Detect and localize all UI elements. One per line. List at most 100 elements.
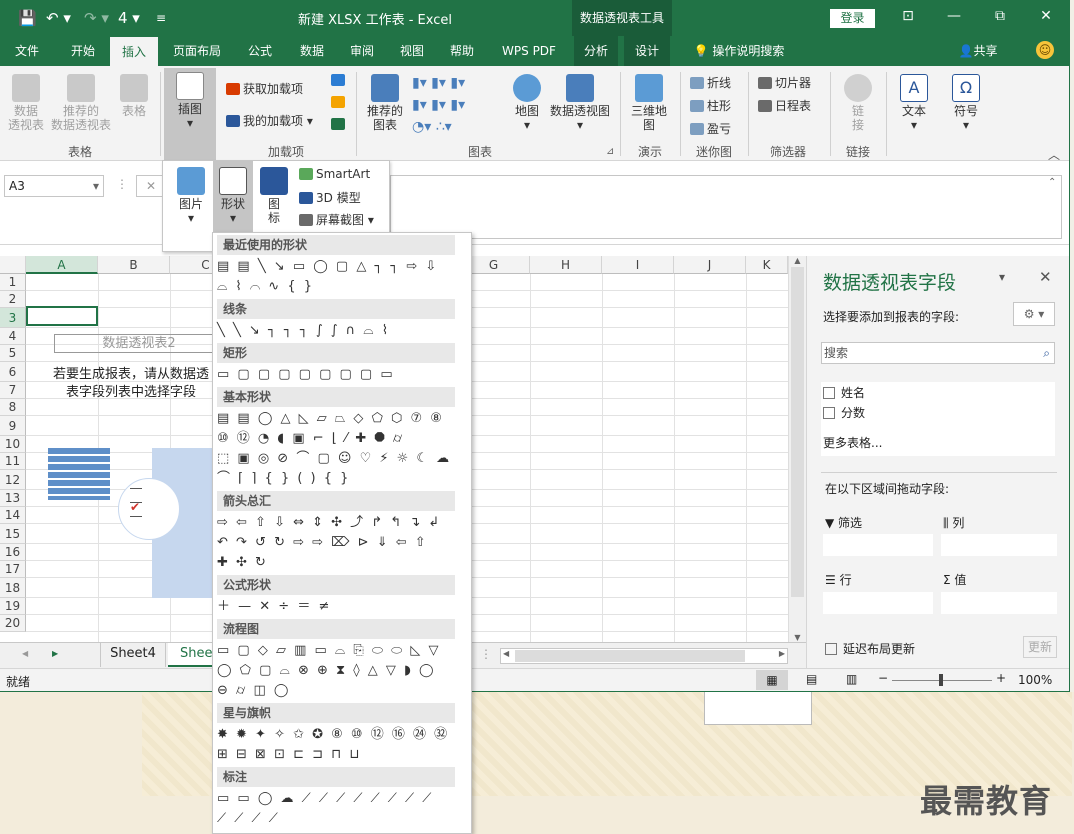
- tell-me-search[interactable]: 💡 操作说明搜索: [684, 36, 794, 66]
- shape-row[interactable]: ✸ ✹ ✦ ✧ ✩ ✪ ⑧ ⑩ ⑫ ⑯ ㉔ ㉜: [217, 725, 449, 745]
- login-button[interactable]: 登录: [830, 9, 875, 28]
- row-header[interactable]: 9: [0, 416, 26, 436]
- select-all-corner[interactable]: [0, 256, 26, 274]
- active-cell-a3[interactable]: [26, 306, 98, 326]
- shape-row[interactable]: ╲ ╲ ↘ ┐ ┐ ┐ ∫ ∫ ∩ ⌓ ⌇: [217, 321, 390, 341]
- shape-row[interactable]: ▭ ▢ ▢ ▢ ▢ ▢ ▢ ▢ ▭: [217, 365, 395, 385]
- tab-split-grip-icon[interactable]: ⋮: [480, 647, 492, 661]
- row-header[interactable]: 10: [0, 436, 26, 453]
- recommended-charts-button[interactable]: 推荐的 图表: [362, 74, 408, 132]
- 3d-map-button[interactable]: 三维地 图: [626, 74, 672, 132]
- smartart-button[interactable]: SmartArt: [299, 167, 370, 181]
- bing-icon[interactable]: [331, 96, 345, 108]
- scroll-left-icon[interactable]: ◀: [503, 649, 509, 658]
- redo-icon[interactable]: ↷ ▾: [84, 8, 109, 28]
- touch-mode-icon[interactable]: 4 ▾: [118, 8, 140, 28]
- symbol-button[interactable]: Ω 符号 ▾: [946, 74, 986, 132]
- icons-button[interactable]: 图 标: [257, 167, 291, 225]
- col-header[interactable]: K: [746, 256, 788, 274]
- field-item[interactable]: 分数: [823, 404, 865, 421]
- page-break-view-icon[interactable]: ▥: [846, 672, 857, 686]
- row-header[interactable]: 16: [0, 544, 26, 561]
- next-sheet-icon[interactable]: ▶: [52, 649, 58, 658]
- filters-drop-area[interactable]: [823, 534, 933, 556]
- row-header[interactable]: 2: [0, 291, 26, 308]
- share-button[interactable]: 👤共享: [950, 36, 1006, 66]
- shape-row[interactable]: ↶ ↷ ↺ ↻ ⇨ ⇨ ⌦ ⊳ ⇓ ⇦ ⇧: [217, 533, 428, 553]
- shape-row[interactable]: ⌓ ⌇ ⌒ ∿ { }: [217, 277, 314, 297]
- shape-row[interactable]: ▭ ▭ ◯ ☁ ⟋ ⟋ ⟋ ⟋ ⟋ ⟋ ⟋ ⟋: [217, 789, 433, 809]
- tab-data[interactable]: 数据: [290, 36, 334, 66]
- hscroll-thumb[interactable]: [515, 650, 745, 662]
- dialog-launcher-icon[interactable]: ⊿: [606, 146, 614, 157]
- close-button[interactable]: ✕: [1034, 8, 1058, 24]
- sheet-tab-active[interactable]: Sheet: [168, 643, 218, 667]
- illustrations-button[interactable]: 插图 ▾: [164, 68, 216, 160]
- tab-review[interactable]: 审阅: [340, 36, 384, 66]
- screenshot-button[interactable]: 屏幕截图 ▾: [299, 211, 374, 228]
- pivottable-button[interactable]: 数据 透视表: [6, 74, 46, 132]
- pane-options-icon[interactable]: ▾: [999, 270, 1005, 284]
- picture-button[interactable]: 图片 ▾: [169, 167, 213, 225]
- scroll-right-icon[interactable]: ▶: [779, 649, 785, 658]
- recommended-pivot-button[interactable]: 推荐的 数据透视表: [50, 74, 112, 132]
- shape-row[interactable]: ⬚ ▣ ◎ ⊘ ⌒ ▢ ☺ ♡ ⚡ ☼ ☾ ☁: [217, 449, 451, 469]
- table-button[interactable]: 表格: [116, 74, 152, 118]
- row-header[interactable]: 3: [0, 308, 26, 328]
- shape-row[interactable]: ▭ ▢ ◇ ▱ ▥ ▭ ⌓ ⎘ ⬭ ⬭ ◺ ▽: [217, 641, 440, 661]
- zoom-out-icon[interactable]: −: [878, 671, 888, 685]
- 3d-model-button[interactable]: 3D 模型: [299, 189, 361, 206]
- shape-row[interactable]: ⟋ ⟋ ⟋ ⟋: [217, 809, 280, 829]
- row-header[interactable]: 20: [0, 615, 26, 632]
- map-chart-button[interactable]: 地图 ▾: [510, 74, 544, 132]
- tab-analyze[interactable]: 分析: [574, 36, 618, 66]
- row-header[interactable]: 12: [0, 470, 26, 490]
- sparkline-column-button[interactable]: 柱形: [690, 97, 731, 114]
- defer-update-checkbox[interactable]: 延迟布局更新: [825, 640, 915, 657]
- normal-view-icon[interactable]: ▦: [756, 670, 788, 690]
- col-header[interactable]: I: [602, 256, 674, 274]
- vertical-scrollbar[interactable]: ▲ ▼: [788, 256, 806, 642]
- shape-row[interactable]: ⊖ ⌭ ◫ ◯: [217, 681, 290, 701]
- row-header[interactable]: 19: [0, 598, 26, 615]
- columns-drop-area[interactable]: [941, 534, 1057, 556]
- menu-scroll-area[interactable]: [457, 235, 469, 831]
- tab-wps-pdf[interactable]: WPS PDF: [494, 36, 564, 66]
- row-header[interactable]: 17: [0, 561, 26, 578]
- sparkline-line-button[interactable]: 折线: [690, 74, 731, 91]
- tab-design[interactable]: 设计: [624, 36, 670, 66]
- shape-row[interactable]: ▤ ▤ ◯ △ ◺ ▱ ⏢ ◇ ⬠ ⬡ ⑦ ⑧: [217, 409, 444, 429]
- row-header[interactable]: 7: [0, 382, 26, 399]
- row-header[interactable]: 11: [0, 453, 26, 470]
- feedback-smile-icon[interactable]: ☺: [1036, 41, 1054, 59]
- visio-icon[interactable]: [331, 74, 345, 86]
- zoom-level[interactable]: 100%: [1018, 673, 1052, 687]
- update-button[interactable]: 更新: [1023, 636, 1057, 658]
- slicer-button[interactable]: 切片器: [758, 74, 811, 91]
- tab-help[interactable]: 帮助: [440, 36, 484, 66]
- shape-row[interactable]: ⑩ ⑫ ◔ ◖ ▣ ⌐ ⌊ ⁄ ✚ ⯃ ⌭: [217, 429, 404, 449]
- link-button[interactable]: 链 接: [838, 74, 878, 132]
- prev-sheet-icon[interactable]: ◀: [22, 649, 28, 658]
- name-box[interactable]: A3 ▾: [4, 175, 104, 197]
- page-layout-view-icon[interactable]: ▤: [806, 672, 817, 686]
- my-addins-button[interactable]: 我的加载项 ▾: [226, 112, 313, 129]
- row-header[interactable]: 14: [0, 507, 26, 524]
- row-header[interactable]: 15: [0, 524, 26, 544]
- checkbox[interactable]: [823, 387, 835, 399]
- shape-row[interactable]: ◯ ⬠ ▢ ⌓ ⊗ ⊕ ⧗ ◊ △ ▽ ◗ ◯: [217, 661, 436, 681]
- field-search-input[interactable]: 搜索 ⌕: [821, 342, 1055, 364]
- row-header[interactable]: 4: [0, 328, 26, 345]
- customize-qat-icon[interactable]: ≡: [156, 8, 166, 28]
- sheet-tab[interactable]: Sheet4: [100, 643, 166, 667]
- checkbox[interactable]: [823, 407, 835, 419]
- tab-formulas[interactable]: 公式: [238, 36, 282, 66]
- col-header[interactable]: B: [98, 256, 170, 274]
- shape-row[interactable]: ⊞ ⊟ ⊠ ⊡ ⊏ ⊐ ⊓ ⊔: [217, 745, 362, 765]
- formula-input[interactable]: [390, 175, 1062, 239]
- rows-drop-area[interactable]: [823, 592, 933, 614]
- text-button[interactable]: A 文本 ▾: [894, 74, 934, 132]
- shape-row[interactable]: ⌒ ⌈ ⌉ { } ( ) { }: [217, 469, 350, 489]
- more-tables-link[interactable]: 更多表格...: [823, 434, 882, 451]
- shape-row[interactable]: ▤ ▤ ╲ ↘ ▭ ◯ ▢ △ ┐ ┐ ⇨ ⇩: [217, 257, 438, 277]
